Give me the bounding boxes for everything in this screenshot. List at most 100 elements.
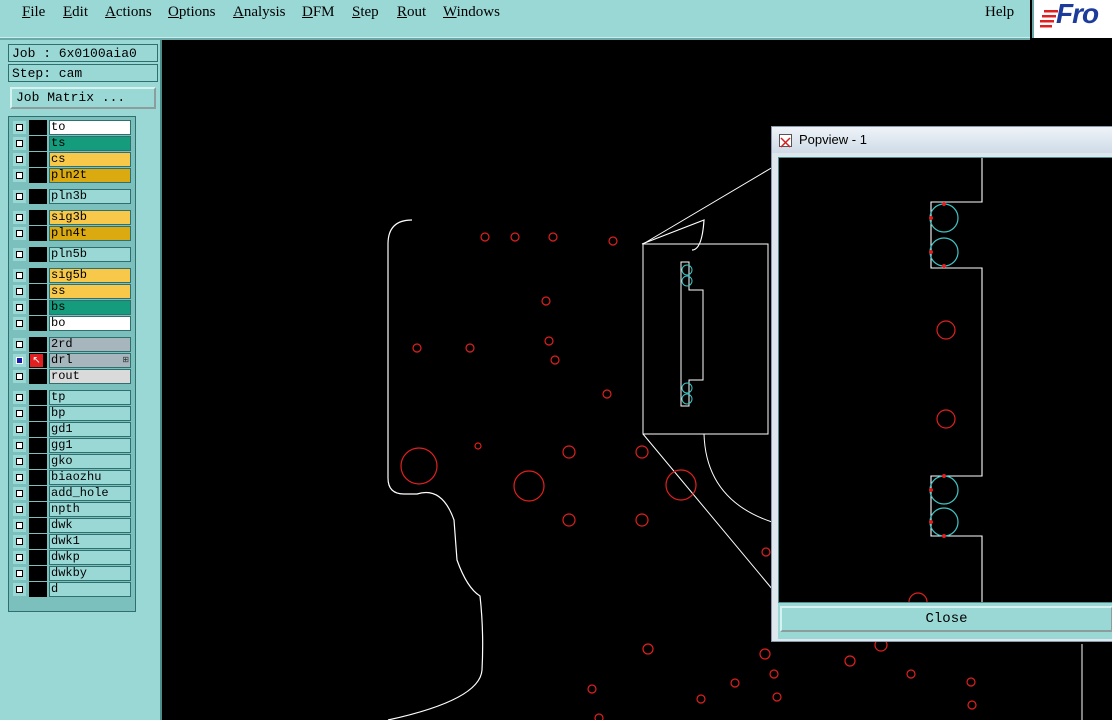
layer-affected-slot[interactable] (29, 406, 47, 421)
layer-affected-slot[interactable] (29, 152, 47, 167)
layer-name[interactable]: 2rd (49, 337, 131, 352)
layer-row[interactable]: pln5b (11, 247, 131, 262)
layer-row[interactable]: biaozhu (11, 470, 131, 485)
layer-checkbox[interactable] (13, 535, 26, 548)
layer-affected-slot[interactable] (29, 369, 47, 384)
menu-windows[interactable]: Windows (443, 4, 500, 21)
layer-row[interactable]: dwkby (11, 566, 131, 581)
menu-options[interactable]: Options (168, 4, 216, 21)
layer-checkbox[interactable] (13, 317, 26, 330)
layer-row[interactable]: add_hole (11, 486, 131, 501)
layer-checkbox[interactable] (13, 211, 26, 224)
close-button[interactable]: Close (780, 606, 1112, 632)
layer-affected-slot[interactable] (29, 390, 47, 405)
layer-affected-slot[interactable] (29, 268, 47, 283)
layer-affected-slot[interactable] (29, 136, 47, 151)
layer-checkbox[interactable] (13, 354, 26, 367)
layer-name[interactable]: rout (49, 369, 131, 384)
layer-checkbox[interactable] (13, 487, 26, 500)
layer-row[interactable]: bp (11, 406, 131, 421)
layer-row[interactable]: pln3b (11, 189, 131, 204)
layer-row[interactable]: pln4t (11, 226, 131, 241)
layer-affected-slot[interactable] (29, 438, 47, 453)
layer-checkbox[interactable] (13, 455, 26, 468)
layer-affected-slot[interactable] (29, 566, 47, 581)
layer-checkbox[interactable] (13, 391, 26, 404)
layer-checkbox[interactable] (13, 121, 26, 134)
layer-name[interactable]: bp (49, 406, 131, 421)
layer-affected-slot[interactable] (29, 470, 47, 485)
layer-name[interactable]: pln5b (49, 247, 131, 262)
layer-affected-slot[interactable] (29, 454, 47, 469)
layer-affected-slot[interactable] (29, 120, 47, 135)
layer-row[interactable]: gd1 (11, 422, 131, 437)
layer-row[interactable]: dwkp (11, 550, 131, 565)
layer-name[interactable]: d (49, 582, 131, 597)
layer-checkbox[interactable] (13, 551, 26, 564)
layer-name[interactable]: gd1 (49, 422, 131, 437)
layer-name[interactable]: ts (49, 136, 131, 151)
layer-affected-slot[interactable] (29, 247, 47, 262)
layer-affected-slot[interactable] (29, 189, 47, 204)
layer-checkbox[interactable] (13, 285, 26, 298)
popview-titlebar[interactable]: Popview - 1 (772, 127, 1112, 153)
layer-affected-slot[interactable] (29, 210, 47, 225)
layer-row[interactable]: gko (11, 454, 131, 469)
menu-help[interactable]: Help (985, 4, 1014, 21)
layer-row[interactable]: sig5b (11, 268, 131, 283)
layer-affected-slot[interactable] (29, 534, 47, 549)
layer-checkbox[interactable] (13, 407, 26, 420)
layer-checkbox[interactable] (13, 248, 26, 261)
popview-window[interactable]: Popview - 1 Close (771, 126, 1112, 642)
layer-name[interactable]: pln2t (49, 168, 131, 183)
menu-edit[interactable]: Edit (63, 4, 88, 21)
layer-affected-slot[interactable] (29, 284, 47, 299)
layer-row[interactable]: ts (11, 136, 131, 151)
layer-name[interactable]: ss (49, 284, 131, 299)
layer-name[interactable]: dwk (49, 518, 131, 533)
layer-affected-slot[interactable] (29, 422, 47, 437)
layer-name[interactable]: dwkby (49, 566, 131, 581)
layer-checkbox[interactable] (13, 301, 26, 314)
layer-row[interactable]: pln2t (11, 168, 131, 183)
layer-affected-slot[interactable] (29, 300, 47, 315)
menu-rout[interactable]: Rout (397, 4, 426, 21)
layer-row[interactable]: ↖ drl ⊞ (11, 353, 131, 368)
layer-name[interactable]: sig5b (49, 268, 131, 283)
layer-name[interactable]: cs (49, 152, 131, 167)
menu-analysis[interactable]: Analysis (233, 4, 286, 21)
layer-checkbox[interactable] (13, 169, 26, 182)
layer-name[interactable]: dwkp (49, 550, 131, 565)
layer-checkbox[interactable] (13, 503, 26, 516)
layer-name[interactable]: gko (49, 454, 131, 469)
menu-dfm[interactable]: DFM (302, 4, 335, 21)
layer-row[interactable]: tp (11, 390, 131, 405)
layer-row[interactable]: dwk1 (11, 534, 131, 549)
menu-file[interactable]: File (22, 4, 45, 21)
layer-affected-slot[interactable] (29, 518, 47, 533)
layer-name[interactable]: gg1 (49, 438, 131, 453)
popview-canvas[interactable] (778, 157, 1112, 603)
layer-affected-slot[interactable] (29, 550, 47, 565)
menu-step[interactable]: Step (352, 4, 379, 21)
layer-name[interactable]: tp (49, 390, 131, 405)
layer-checkbox[interactable] (13, 567, 26, 580)
layer-row[interactable]: gg1 (11, 438, 131, 453)
layer-name[interactable]: dwk1 (49, 534, 131, 549)
layer-checkbox[interactable] (13, 227, 26, 240)
layer-checkbox[interactable] (13, 370, 26, 383)
layer-affected-slot[interactable] (29, 226, 47, 241)
job-matrix-button[interactable]: Job Matrix ... (10, 87, 156, 109)
menu-actions[interactable]: Actions (105, 4, 152, 21)
layer-name[interactable]: add_hole (49, 486, 131, 501)
layer-name[interactable]: pln4t (49, 226, 131, 241)
layer-checkbox[interactable] (13, 519, 26, 532)
layer-name[interactable]: biaozhu (49, 470, 131, 485)
layer-checkbox[interactable] (13, 423, 26, 436)
layer-affected-slot[interactable] (29, 316, 47, 331)
layer-affected-slot[interactable] (29, 337, 47, 352)
layer-checkbox[interactable] (13, 153, 26, 166)
layer-checkbox[interactable] (13, 471, 26, 484)
layer-row[interactable]: sig3b (11, 210, 131, 225)
layer-name[interactable]: pln3b (49, 189, 131, 204)
